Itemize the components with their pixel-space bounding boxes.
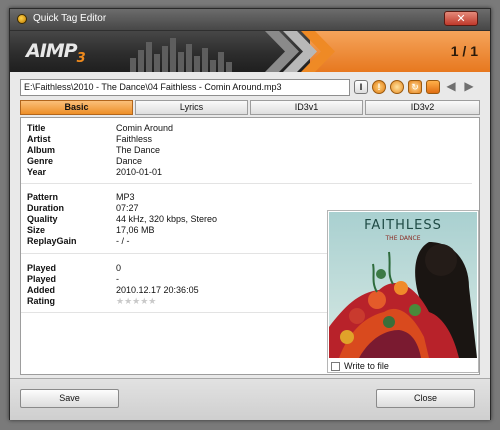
- rating-stars[interactable]: ★★★★★: [116, 296, 156, 307]
- close-button[interactable]: Close: [376, 389, 475, 408]
- field-label: Year: [27, 167, 47, 177]
- field-value[interactable]: The Dance: [116, 145, 160, 155]
- field-label: Genre: [27, 156, 54, 166]
- tab-id3v1[interactable]: ID3v1: [250, 100, 363, 115]
- save-button[interactable]: Save: [20, 389, 119, 408]
- eq-bar: [138, 50, 144, 72]
- aimp-logo: AIMP3: [26, 40, 86, 66]
- tab-id3v2[interactable]: ID3v2: [365, 100, 480, 115]
- eq-bar: [186, 44, 192, 72]
- basic-panel: Title Comin Around Artist Faithless Album T…: [20, 117, 480, 375]
- tab-bar: Basic Lyrics ID3v1 ID3v2: [20, 100, 480, 115]
- field-value: - / -: [116, 236, 130, 246]
- eq-bar: [218, 52, 224, 72]
- album-art-graphic: FAITHLESS THE DANCE: [329, 212, 477, 358]
- eq-bar: [202, 48, 208, 72]
- window-close-button[interactable]: ✕: [444, 11, 478, 26]
- dialog-footer: Save Close: [10, 378, 490, 420]
- album-art-image[interactable]: FAITHLESS THE DANCE: [329, 212, 477, 358]
- tag-row-title: Title Comin Around: [27, 123, 327, 134]
- field-value: 17,06 MB: [116, 225, 155, 235]
- text-cursor-icon[interactable]: I: [354, 80, 368, 94]
- field-label: Duration: [27, 203, 64, 213]
- tag-row-artist: Artist Faithless: [27, 134, 327, 145]
- field-label: Artist: [27, 134, 51, 144]
- aimp-app-icon: [17, 14, 27, 24]
- album-art-frame: FAITHLESS THE DANCE Write to file: [327, 210, 479, 373]
- write-to-file-checkbox[interactable]: [331, 362, 340, 371]
- tab-basic[interactable]: Basic: [20, 100, 133, 115]
- field-label: Size: [27, 225, 46, 235]
- quick-tag-editor-window: Quick Tag Editor ✕ AIMP3 1 / 1 E:\Faithl…: [9, 8, 491, 420]
- field-value: 0: [116, 263, 122, 273]
- chevrons-graphic: [265, 31, 335, 72]
- info-icon[interactable]: !: [372, 80, 386, 94]
- field-value: 07:27: [116, 203, 139, 213]
- field-value: 44 kHz, 320 kbps, Stereo: [116, 214, 218, 224]
- eq-bar: [170, 38, 176, 72]
- field-value[interactable]: Comin Around: [116, 123, 173, 133]
- tech-row-duration: Duration 07:27: [27, 203, 327, 214]
- window-title: Quick Tag Editor: [33, 13, 107, 24]
- field-label: Rating: [27, 296, 55, 306]
- eq-bar: [194, 56, 200, 72]
- eq-bar: [226, 62, 232, 72]
- eq-bar: [146, 42, 152, 72]
- eq-bar: [130, 58, 136, 72]
- field-label: Played: [27, 274, 57, 284]
- field-label: Added: [27, 285, 55, 295]
- field-value[interactable]: 2010-01-01: [116, 167, 162, 177]
- field-value[interactable]: Dance: [116, 156, 142, 166]
- logo-version: 3: [76, 50, 86, 66]
- album-art-title-text: THE DANCE: [385, 235, 421, 242]
- stat-row-rating: Rating ★★★★★: [27, 296, 327, 307]
- field-label: ReplayGain: [27, 236, 77, 246]
- field-value[interactable]: Faithless: [116, 134, 152, 144]
- title-bar[interactable]: Quick Tag Editor ✕: [10, 9, 490, 31]
- arrow-left-icon[interactable]: ◀: [444, 80, 458, 94]
- tech-row-size: Size 17,06 MB: [27, 225, 327, 236]
- eq-bar: [178, 52, 184, 72]
- tech-row-quality: Quality 44 kHz, 320 kbps, Stereo: [27, 214, 327, 225]
- field-value: 2010.12.17 20:36:05: [116, 285, 199, 295]
- field-label: Album: [27, 145, 55, 155]
- tech-row-replaygain: ReplayGain - / -: [27, 236, 327, 247]
- field-label: Pattern: [27, 192, 59, 202]
- track-counter: 1 / 1: [450, 43, 478, 59]
- globe-icon[interactable]: [390, 80, 404, 94]
- header-banner: AIMP3 1 / 1: [10, 31, 490, 72]
- tag-info-group: Title Comin Around Artist Faithless Album T…: [21, 118, 472, 184]
- field-label: Quality: [27, 214, 58, 224]
- tag-row-album: Album The Dance: [27, 145, 327, 156]
- file-path-row: E:\Faithless\2010 - The Dance\04 Faithle…: [20, 79, 480, 97]
- stat-row-played-count: Played 0: [27, 263, 327, 274]
- arrow-right-icon[interactable]: ▶: [462, 80, 476, 94]
- logo-text: AIMP: [26, 40, 78, 62]
- eq-bar: [210, 60, 216, 72]
- field-label: Title: [27, 123, 46, 133]
- write-to-file-label[interactable]: Write to file: [344, 361, 389, 371]
- refresh-icon[interactable]: ↻: [408, 80, 422, 94]
- file-path-field[interactable]: E:\Faithless\2010 - The Dance\04 Faithle…: [20, 79, 350, 96]
- field-value: -: [116, 274, 119, 284]
- tech-row-pattern: Pattern MP3: [27, 192, 327, 203]
- album-art-artist-text: FAITHLESS: [364, 218, 442, 233]
- tag-row-genre: Genre Dance: [27, 156, 327, 167]
- stat-row-added: Added 2010.12.17 20:36:05: [27, 285, 327, 296]
- save-tag-icon[interactable]: [426, 80, 440, 94]
- field-label: Played: [27, 263, 57, 273]
- tag-row-year: Year 2010-01-01: [27, 167, 327, 178]
- stat-row-last-played: Played -: [27, 274, 327, 285]
- eq-bar: [162, 46, 168, 72]
- eq-bar: [154, 54, 160, 72]
- tab-lyrics[interactable]: Lyrics: [135, 100, 248, 115]
- field-value: MP3: [116, 192, 135, 202]
